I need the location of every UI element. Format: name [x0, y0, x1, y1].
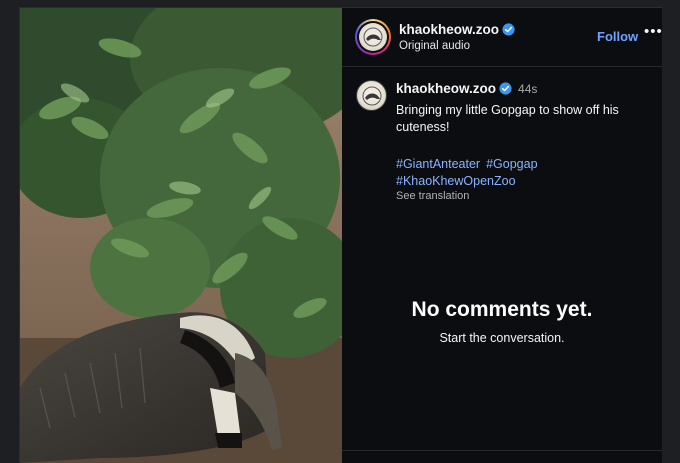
no-comments-title: No comments yet. [411, 298, 593, 321]
verified-badge-icon [499, 82, 512, 95]
author-username[interactable]: khaokheow.zoo [399, 22, 499, 37]
verified-badge-icon [502, 23, 515, 36]
audio-label[interactable]: Original audio [399, 40, 470, 52]
caption-text: Bringing my little Gopgap to show off hi… [396, 103, 619, 134]
hashtag-link[interactable]: #Gopgap [486, 157, 537, 171]
hashtag-list: #GiantAnteater #Gopgap #KhaoKhewOpenZoo [396, 156, 656, 190]
divider [342, 450, 662, 451]
hashtag-link[interactable]: #KhaoKhewOpenZoo [396, 174, 516, 188]
author-avatar[interactable] [355, 19, 391, 55]
hashtag-link[interactable]: #GiantAnteater [396, 157, 480, 171]
post-modal: khaokheow.zoo Original audio Follow ••• … [19, 7, 662, 463]
more-options-icon[interactable]: ••• [644, 24, 662, 43]
post-side-panel: khaokheow.zoo Original audio Follow ••• … [342, 8, 662, 463]
anteater-photo [20, 8, 342, 463]
post-media[interactable] [20, 8, 342, 463]
caption-username[interactable]: khaokheow.zoo [396, 81, 496, 96]
see-translation-link[interactable]: See translation [396, 190, 469, 202]
no-comments-subtitle: Start the conversation. [439, 331, 565, 345]
post-time[interactable]: 44s [518, 82, 537, 96]
follow-button[interactable]: Follow [597, 29, 638, 44]
zoo-logo-icon [362, 86, 381, 105]
caption-header: khaokheow.zoo 44s [396, 80, 537, 98]
zoo-logo-icon [363, 27, 383, 47]
post-header: khaokheow.zoo Original audio Follow ••• [342, 8, 662, 67]
caption-avatar[interactable] [356, 80, 387, 111]
